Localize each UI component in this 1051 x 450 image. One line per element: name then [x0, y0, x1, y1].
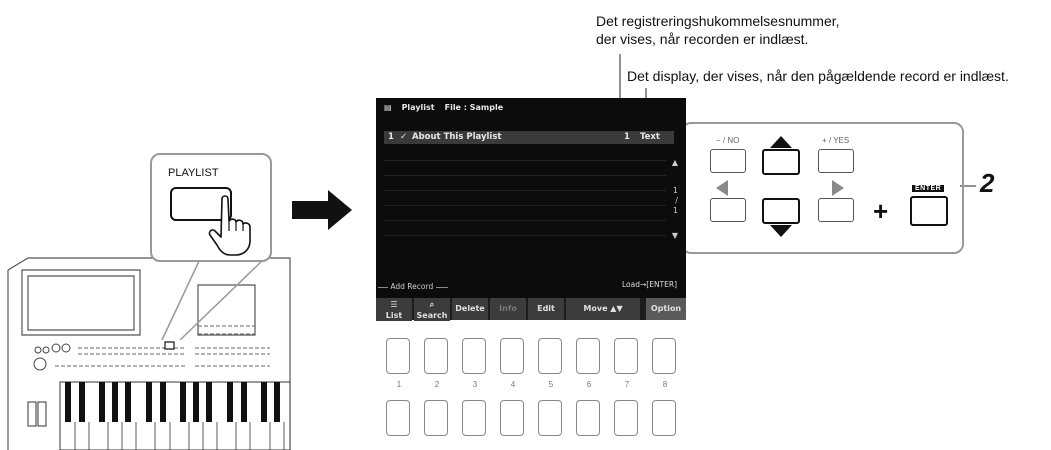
down-button[interactable] [762, 198, 800, 224]
left-button[interactable] [710, 198, 746, 222]
button-number-4: 4 [510, 380, 516, 389]
info-button[interactable]: Info [490, 298, 526, 320]
screen-title-bar: ▤ Playlist File : Sample [384, 103, 504, 112]
search-icon: ⌕ [429, 300, 435, 309]
upper-button-1[interactable] [386, 338, 410, 374]
lower-button-2[interactable] [424, 400, 448, 436]
up-arrow-icon [770, 136, 792, 148]
yes-button[interactable] [818, 149, 854, 173]
lower-button-7[interactable] [614, 400, 638, 436]
pressing-hand-icon [208, 195, 251, 256]
upper-button-3[interactable] [462, 338, 486, 374]
upper-button-4[interactable] [500, 338, 524, 374]
lower-button-6[interactable] [576, 400, 600, 436]
search-button[interactable]: ⌕ Search [414, 298, 450, 321]
no-label: − / NO [716, 136, 740, 145]
up-button[interactable] [762, 149, 800, 175]
upper-button-8[interactable] [652, 338, 676, 374]
playlist-label: PLAYLIST [168, 167, 219, 179]
lower-button-3[interactable] [462, 400, 486, 436]
button-number-6: 6 [586, 380, 592, 389]
check-icon: ✓ [400, 132, 408, 142]
enter-label: ENTER [912, 185, 945, 192]
list-icon: ☰ [390, 300, 398, 309]
button-number-7: 7 [624, 380, 630, 389]
add-record-label: Add Record [378, 282, 488, 291]
lower-button-1[interactable] [386, 400, 410, 436]
no-button[interactable] [710, 149, 746, 173]
scroll-up-icon[interactable]: ▲ [672, 158, 678, 167]
page-current: 1 [672, 186, 678, 195]
playlist-screen: ▤ Playlist File : Sample 1 ✓ About This Pl… [376, 98, 686, 321]
record-index: 1 [388, 132, 394, 142]
enter-button[interactable] [910, 196, 948, 226]
button-number-2: 2 [434, 380, 440, 389]
page-total: 1 [672, 206, 678, 215]
option-button[interactable]: Option [646, 298, 686, 320]
record-display: Text [640, 132, 660, 142]
screen-button-bar: ☰ List ⌕ Search Delete Info Edit Move ▲▼… [376, 298, 686, 321]
upper-button-2[interactable] [424, 338, 448, 374]
step-number: 2 [980, 168, 995, 198]
button-number-8: 8 [662, 380, 668, 389]
playlist-zoom-box: PLAYLIST [150, 153, 272, 262]
upper-button-7[interactable] [614, 338, 638, 374]
list-button[interactable]: ☰ List [376, 298, 412, 321]
yes-label: + / YES [822, 136, 850, 145]
playlist-icon: ▤ [384, 103, 392, 112]
down-arrow-icon [770, 225, 792, 237]
playlist-empty-rows [384, 146, 666, 246]
lower-button-4[interactable] [500, 400, 524, 436]
load-hint: Load→[ENTER] [622, 280, 678, 289]
upper-button-6[interactable] [576, 338, 600, 374]
button-number-1: 1 [396, 380, 402, 389]
lower-button-8[interactable] [652, 400, 676, 436]
page-separator: / [675, 196, 678, 205]
right-arrow-small-icon [832, 180, 844, 196]
left-arrow-icon [716, 180, 728, 196]
scroll-down-icon[interactable]: ▼ [672, 231, 678, 240]
delete-button[interactable]: Delete [452, 298, 488, 320]
upper-button-5[interactable] [538, 338, 562, 374]
button-number-5: 5 [548, 380, 554, 389]
plus-sign: + [873, 196, 889, 226]
playlist-record-row[interactable]: 1 ✓ About This Playlist 1 Text [384, 131, 674, 144]
right-arrow-icon [292, 190, 352, 230]
record-name: About This Playlist [412, 132, 502, 142]
record-regist-number: 1 [624, 132, 630, 142]
button-number-3: 3 [472, 380, 478, 389]
lower-button-5[interactable] [538, 400, 562, 436]
right-button[interactable] [818, 198, 854, 222]
edit-button[interactable]: Edit [528, 298, 564, 320]
move-button[interactable]: Move ▲▼ [566, 298, 640, 320]
